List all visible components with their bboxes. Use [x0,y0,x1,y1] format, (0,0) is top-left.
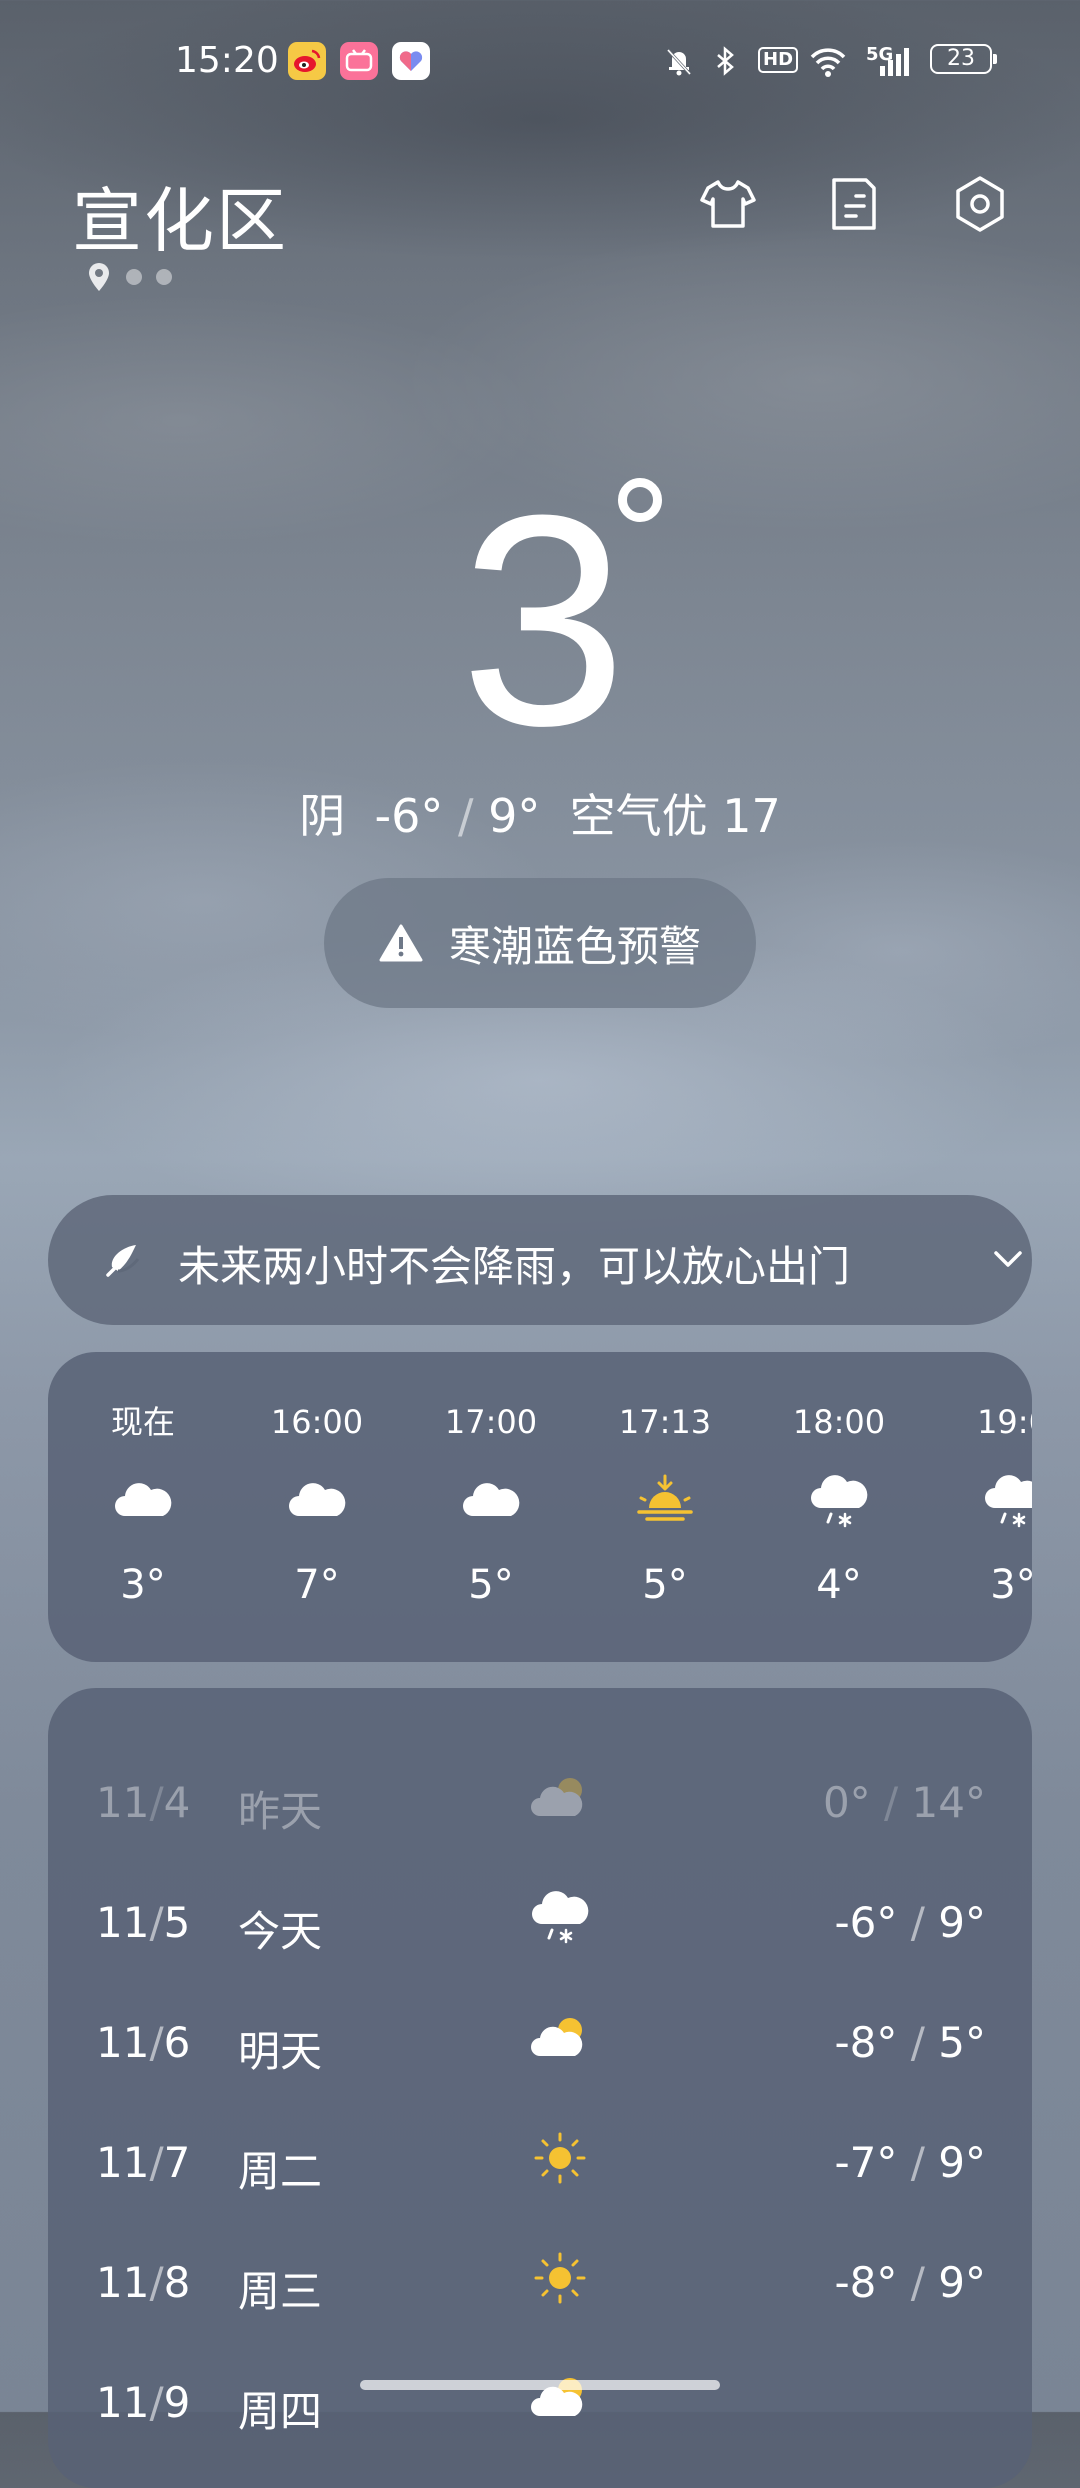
sun-icon [534,2252,586,2304]
daily-row[interactable]: 11/4 昨天 0° / 14° [48,1738,1032,1858]
hourly-item: 19:0 3° [926,1402,1032,1608]
partly-cloudy-icon [531,2018,583,2056]
status-bar: 15:20 HD 5G 23 [0,30,1080,94]
daily-row[interactable]: 11/7 周二 -7° / 9° [48,2098,1032,2218]
high-temp: 9° [488,789,541,843]
row-date: 11/5 [96,1898,191,1947]
sunset-icon [637,1474,693,1521]
air-quality: 空气优 17 [569,789,781,843]
settings-icon[interactable] [948,172,1012,236]
row-day: 今天 [238,1907,323,1956]
mute-bell-icon [666,48,692,76]
row-day: 昨天 [238,1787,323,1836]
chevron-down-icon[interactable] [988,1239,1028,1279]
row-date: 11/8 [96,2258,191,2307]
hour-temp: 5° [468,1562,514,1608]
battery-indicator: 23 [930,44,997,74]
row-day: 周三 [238,2267,323,2316]
alert-text: 寒潮蓝色预警 [448,921,701,971]
daily-row[interactable]: 11/8 周三 -8° / 9° [48,2218,1032,2338]
current-temperature: 3 [460,452,627,788]
status-time: 15:20 [175,40,279,81]
hour-label: 现在 [110,1403,175,1441]
row-date: 11/6 [96,2018,191,2067]
daily-forecast-card[interactable]: 11/4 昨天 0° / 14° 11/5 今天 -6° / 9° 11/6 明… [48,1688,1032,2488]
weather-alert-button[interactable]: 寒潮蓝色预警 [324,878,756,1008]
snow-icon [985,1475,1032,1528]
cloud-icon [463,1483,520,1516]
clothing-index-icon[interactable] [696,172,760,236]
temp-separator: / [457,789,474,843]
hourly-item: 16:00 7° [230,1402,404,1608]
sun-icon [534,2132,586,2184]
hour-temp: 7° [294,1562,340,1608]
bilibili-app-icon [340,42,378,80]
hour-temp: 4° [816,1562,862,1608]
home-indicator[interactable] [360,2380,720,2390]
hour-label: 19:0 [977,1403,1032,1441]
location-pager[interactable] [86,262,172,292]
daily-row[interactable]: 11/5 今天 -6° / 9° [48,1858,1032,1978]
daily-report-icon[interactable] [822,172,886,236]
city-name[interactable]: 宣化区 [72,165,288,266]
warning-icon [379,924,423,962]
row-day: 明天 [238,2027,323,2076]
row-range: -8° / 5° [834,2018,987,2067]
hour-temp: 5° [642,1562,688,1608]
hourly-item: 17:00 5° [404,1402,578,1608]
page-dot [126,269,142,285]
wifi-icon [810,48,846,77]
location-pin-icon [89,263,109,291]
row-day: 周四 [238,2387,323,2436]
hourly-item: 18:00 4° [752,1402,926,1608]
row-date: 11/7 [96,2138,191,2187]
hour-temp: 3° [120,1562,166,1608]
cloud-icon [115,1483,172,1516]
umbrella-closed-icon [106,1245,140,1277]
row-day: 周二 [238,2147,323,2196]
weather-summary[interactable]: 阴 -6° / 9° 空气优 17 [0,780,1080,846]
rain-forecast-text: 未来两小时不会降雨，可以放心出门 [178,1242,851,1291]
hourly-item: 现在 3° [56,1402,230,1608]
degree-symbol [618,478,662,522]
weibo-app-icon [288,42,326,80]
row-range: -7° / 9° [834,2138,987,2187]
snow-icon [532,1891,589,1944]
hour-label: 16:00 [270,1403,364,1441]
partly-cloudy-icon [531,2378,583,2416]
cloud-icon [289,1483,346,1516]
row-range: -6° / 9° [834,1898,987,1947]
page-dot [156,269,172,285]
health-app-icon [392,42,430,80]
hour-temp: 3° [990,1562,1032,1608]
hour-label: 17:13 [618,1403,712,1441]
row-date: 11/9 [96,2378,191,2427]
hour-label: 17:00 [444,1403,538,1441]
partly-cloudy-icon [531,1778,583,1816]
row-range: -8° / 9° [834,2258,987,2307]
condition-text: 阴 [299,789,346,843]
rain-forecast-card[interactable]: 未来两小时不会降雨，可以放心出门 [48,1195,1032,1325]
low-temp: -6° [374,789,444,843]
daily-row[interactable]: 11/9 周四 [48,2338,1032,2458]
hourly-forecast-card[interactable]: 现在 3° 16:00 7° 17:00 5° 17:13 5° 18:00 4… [48,1352,1032,1662]
signal-icon [880,48,909,76]
snow-icon [811,1475,868,1528]
daily-row[interactable]: 11/6 明天 -8° / 5° [48,1978,1032,2098]
row-range: 0° / 14° [822,1778,986,1827]
row-date: 11/4 [96,1778,191,1827]
bluetooth-icon [717,46,734,76]
hour-label: 18:00 [792,1403,886,1441]
hd-icon: HD [758,47,799,73]
hourly-item: 17:13 5° [578,1402,752,1608]
